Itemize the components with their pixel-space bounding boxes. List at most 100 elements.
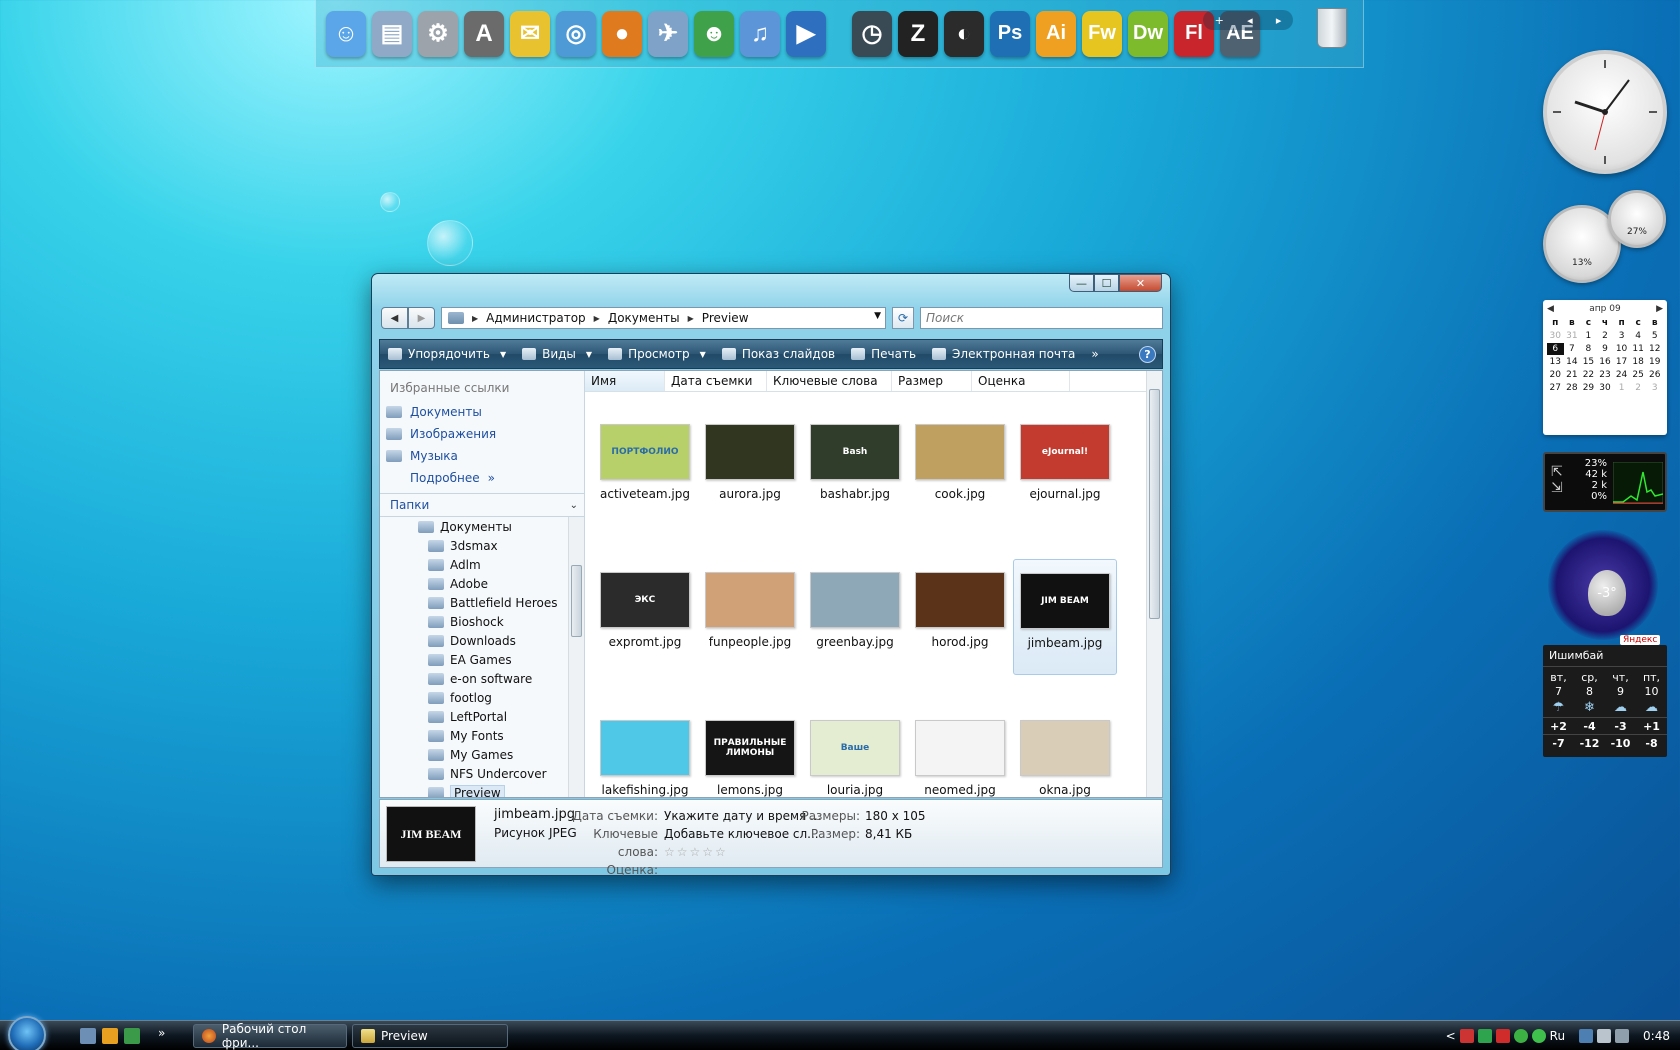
memory-gauge[interactable]: 27% (1608, 190, 1666, 248)
calendar-day[interactable]: 13 (1547, 356, 1564, 368)
calendar-day[interactable]: 17 (1613, 356, 1630, 368)
dock-next-button[interactable]: ▸ (1276, 14, 1282, 27)
fireworks-icon[interactable]: Fw (1082, 10, 1122, 57)
file-item[interactable]: greenbay.jpg (803, 559, 907, 675)
favorite-link[interactable]: Изображения (380, 423, 584, 445)
dock-prev-button[interactable]: ◂ (1247, 14, 1253, 27)
calendar-day[interactable]: 9 (1597, 343, 1614, 355)
file-item[interactable]: JIM BEAM jimbeam.jpg (1013, 559, 1117, 675)
column-header-cell[interactable]: Оценка (972, 371, 1070, 391)
file-item[interactable]: horod.jpg (908, 559, 1012, 675)
weather-bubble[interactable]: -3° Яндекс (1548, 530, 1661, 645)
rating-stars[interactable]: ☆☆☆☆☆ (664, 843, 821, 861)
breadcrumb-separator-icon[interactable]: ▶ (688, 314, 694, 323)
contacts-icon[interactable]: ☻ (694, 10, 734, 57)
favorites-more-link[interactable]: Подробнее » (380, 467, 584, 489)
scrollbar-thumb[interactable] (571, 565, 582, 637)
folder-tree-item[interactable]: My Games (380, 745, 570, 764)
mail-icon[interactable]: ✈ (648, 10, 688, 57)
file-item[interactable]: Ваше louria.jpg (803, 707, 907, 797)
calendar-day[interactable]: 19 (1646, 356, 1663, 368)
illustrator-icon[interactable]: Ai (1036, 10, 1076, 57)
calendar-day[interactable]: 18 (1630, 356, 1647, 368)
back-button[interactable]: ◀ (381, 307, 408, 329)
calendar-day[interactable]: 10 (1613, 343, 1630, 355)
calendar-day[interactable]: 7 (1564, 343, 1581, 355)
file-item[interactable]: cook.jpg (908, 411, 1012, 527)
calendar-day[interactable]: 20 (1547, 369, 1564, 381)
print-button[interactable]: Печать (851, 347, 916, 361)
calendar-day[interactable]: 25 (1630, 369, 1647, 381)
date-value[interactable]: Укажите дату и время ... (664, 807, 821, 825)
monitor-icon[interactable] (1579, 1029, 1594, 1043)
column-header-cell[interactable]: Ключевые слова (767, 371, 892, 391)
language-indicator[interactable]: Ru (1550, 1029, 1565, 1043)
app-store-icon[interactable]: A (464, 10, 504, 57)
search-input[interactable]: Поиск (920, 307, 1163, 329)
column-header-cell[interactable]: Имя (585, 371, 665, 391)
tray-expand-icon[interactable]: < (1446, 1029, 1456, 1043)
calendar-day[interactable]: 28 (1564, 382, 1581, 394)
scrollbar-thumb[interactable] (1149, 389, 1160, 619)
calendar-day[interactable]: 1 (1613, 382, 1630, 394)
show-desktop-icon[interactable] (80, 1028, 96, 1044)
folder-tree-item[interactable]: 3dsmax (380, 536, 570, 555)
folder-tree-item[interactable]: Adobe (380, 574, 570, 593)
breadcrumb-separator-icon[interactable]: ▶ (594, 314, 600, 323)
dreamweaver-icon[interactable]: Dw (1128, 10, 1168, 57)
calendar-gadget[interactable]: ◀ апр 09 ▶ п в с ч п с в 30 31 1 2 3 4 5 6 7 8 9 10 11 12 13 1… (1543, 300, 1667, 435)
time-machine-icon[interactable]: ◷ (852, 10, 892, 57)
folder-tree-item[interactable]: My Fonts (380, 726, 570, 745)
favorite-link[interactable]: Музыка (380, 445, 584, 467)
file-item[interactable]: ПОРТФОЛИО activeteam.jpg (593, 411, 697, 527)
firefox-icon[interactable]: ● (602, 10, 642, 57)
column-header-cell[interactable]: Размер (892, 371, 972, 391)
more-commands-button[interactable]: » (1091, 347, 1098, 361)
keywords-value[interactable]: Добавьте ключевое сл... (664, 825, 821, 843)
messenger-icon[interactable] (1531, 1029, 1546, 1043)
views-button[interactable]: Виды ▼ (522, 347, 592, 361)
folder-tree-item[interactable]: Adlm (380, 555, 570, 574)
calendar-day[interactable]: 3 (1646, 382, 1663, 394)
calendar-day[interactable]: 27 (1547, 382, 1564, 394)
clock-gadget[interactable] (1543, 50, 1667, 174)
file-grid-scrollbar[interactable] (1146, 371, 1162, 797)
network-icon[interactable] (1459, 1029, 1474, 1043)
messenger-icon[interactable]: ✉ (510, 10, 550, 57)
minimize-button[interactable]: — (1069, 274, 1094, 292)
refresh-button[interactable]: ⟳ (892, 307, 914, 329)
quicktime-icon[interactable]: ▶ (786, 10, 826, 57)
calendar-day[interactable]: 24 (1613, 369, 1630, 381)
email-button[interactable]: Электронная почта (932, 347, 1075, 361)
file-item[interactable]: eJournal! ejournal.jpg (1013, 411, 1117, 527)
folder-tree-item[interactable]: Downloads (380, 631, 570, 650)
calendar-next-icon[interactable]: ▶ (1656, 304, 1663, 314)
network-meter-gadget[interactable]: ⇱ ⇲ 23% 42 k 2 k 0% (1543, 452, 1667, 512)
folder-tree-item[interactable]: Документы (380, 517, 570, 536)
calendar-day[interactable]: 22 (1580, 369, 1597, 381)
breadcrumb-separator-icon[interactable]: ▶ (472, 314, 478, 323)
calendar-day[interactable]: 6 (1547, 343, 1564, 355)
folder-tree-item[interactable]: EA Games (380, 650, 570, 669)
preview-icon[interactable]: ▤ (372, 10, 412, 57)
calendar-day[interactable]: 1 (1580, 330, 1597, 342)
file-item[interactable]: okna.jpg (1013, 707, 1117, 797)
file-item[interactable]: aurora.jpg (698, 411, 802, 527)
calendar-day[interactable]: 5 (1646, 330, 1663, 342)
column-header-cell[interactable]: Дата съемки (665, 371, 767, 391)
antivirus-icon[interactable] (1495, 1029, 1510, 1043)
security-icon[interactable] (1477, 1029, 1492, 1043)
file-item[interactable]: lakefishing.jpg (593, 707, 697, 797)
breadcrumb-item[interactable]: Администратор (486, 311, 586, 325)
maximize-button[interactable]: ☐ (1094, 274, 1119, 292)
photoshop-icon[interactable]: Ps (990, 10, 1030, 57)
calendar-day[interactable]: 31 (1564, 330, 1581, 342)
address-bar[interactable]: ▶ Администратор ▶ Документы ▶ Preview ▼ (441, 307, 886, 329)
breadcrumb-item[interactable]: Документы (608, 311, 680, 325)
switch-windows-icon[interactable] (124, 1028, 140, 1044)
quick-launch-more-icon[interactable]: » (158, 1026, 165, 1040)
taskbar-button[interactable]: Preview (352, 1024, 508, 1048)
folder-tree-item[interactable]: e-on software (380, 669, 570, 688)
zbrush-icon[interactable]: Z (898, 10, 938, 57)
folder-tree-item[interactable]: Bioshock (380, 612, 570, 631)
